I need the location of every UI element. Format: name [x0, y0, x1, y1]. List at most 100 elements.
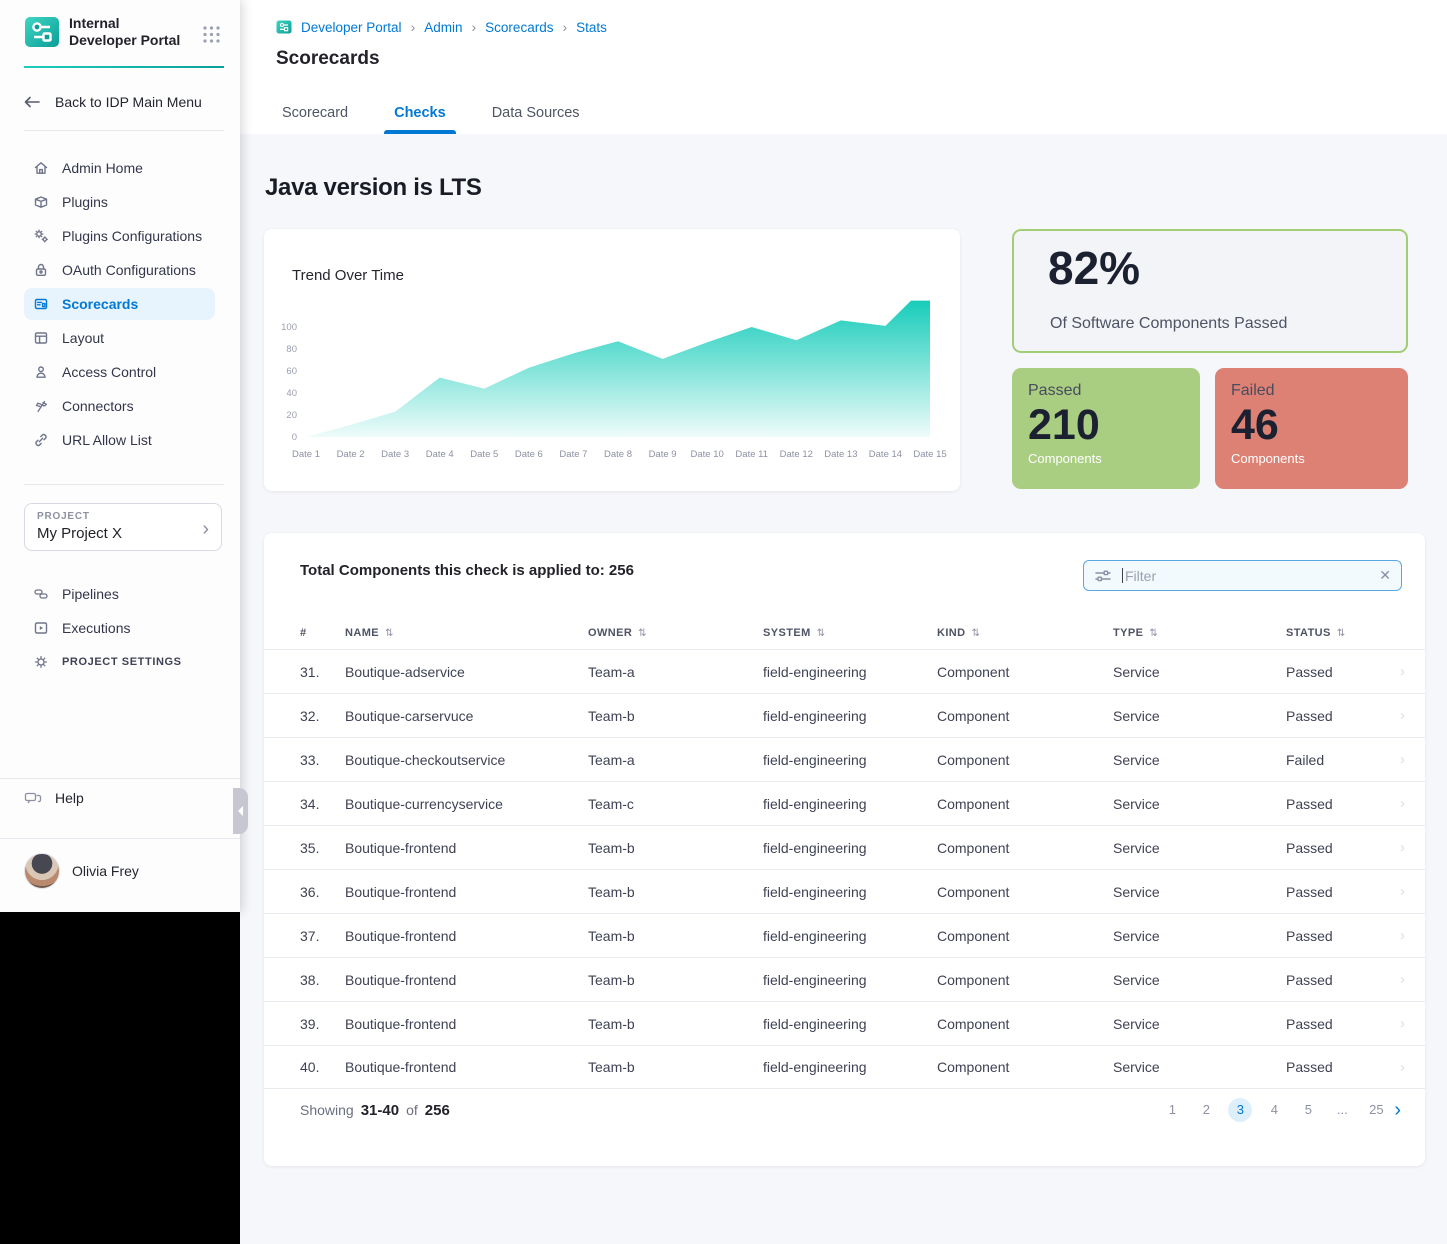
- user-name: Olivia Frey: [72, 863, 139, 879]
- breadcrumb-item[interactable]: Admin: [424, 20, 462, 35]
- row-chevron-icon: ›: [1400, 1059, 1405, 1076]
- showing-label: Showing: [300, 1102, 354, 1118]
- sidebar-item-connectors[interactable]: Connectors: [24, 390, 215, 422]
- breadcrumb-item[interactable]: Scorecards: [485, 20, 553, 35]
- cell-name: Boutique-frontend: [345, 1016, 588, 1032]
- avatar: [24, 853, 60, 889]
- project-selector[interactable]: PROJECT My Project X ›: [24, 503, 222, 551]
- sidebar-item-oauth-configurations[interactable]: OAuth Configurations: [24, 254, 215, 286]
- scorecard-icon: [33, 296, 49, 312]
- next-page-button[interactable]: ›: [1394, 1099, 1401, 1121]
- tab-checks[interactable]: Checks: [388, 105, 452, 134]
- cell-index: 39.: [300, 1016, 345, 1032]
- page-button[interactable]: 25: [1364, 1098, 1388, 1122]
- breadcrumb-separator-icon: ›: [472, 19, 477, 35]
- page-button[interactable]: 4: [1262, 1098, 1286, 1122]
- page-button[interactable]: 3: [1228, 1098, 1252, 1122]
- sidebar-item-scorecards[interactable]: Scorecards: [24, 288, 215, 320]
- cell-kind: Component: [937, 972, 1113, 988]
- sidebar-item-plugins[interactable]: Plugins: [24, 186, 215, 218]
- svg-text:Date 8: Date 8: [604, 449, 632, 460]
- sidebar-item-label: Scorecards: [62, 296, 138, 312]
- failed-value: 46: [1231, 402, 1392, 449]
- breadcrumb-separator-icon: ›: [411, 19, 416, 35]
- table-row[interactable]: 31. Boutique-adservice Team-a field-engi…: [264, 649, 1425, 693]
- cell-index: 34.: [300, 796, 345, 812]
- close-icon[interactable]: ✕: [1379, 567, 1391, 584]
- table-row[interactable]: 39. Boutique-frontend Team-b field-engin…: [264, 1001, 1425, 1045]
- help-button[interactable]: Help: [24, 790, 84, 806]
- cell-kind: Component: [937, 840, 1113, 856]
- cell-status: Passed: [1286, 708, 1384, 724]
- percent-value: 82%: [1048, 241, 1140, 295]
- svg-text:Date 5: Date 5: [470, 449, 498, 460]
- column-header[interactable]: KIND⇅: [937, 627, 1113, 639]
- row-chevron-icon: ›: [1400, 1015, 1405, 1032]
- cell-index: 36.: [300, 884, 345, 900]
- sort-arrows-icon: ⇅: [817, 628, 826, 639]
- project-nav: Pipelines Executions PROJECT SETTINGS: [0, 576, 240, 680]
- breadcrumb-item[interactable]: Stats: [576, 20, 607, 35]
- svg-text:Date 4: Date 4: [426, 449, 454, 460]
- row-chevron-icon: ›: [1400, 883, 1405, 900]
- breadcrumb-item[interactable]: Developer Portal: [301, 20, 402, 35]
- sidebar-item-executions[interactable]: Executions: [24, 612, 215, 644]
- column-header[interactable]: SYSTEM⇅: [763, 627, 937, 639]
- help-label: Help: [55, 790, 84, 806]
- table-row[interactable]: 38. Boutique-frontend Team-b field-engin…: [264, 957, 1425, 1001]
- cell-owner: Team-b: [588, 1059, 763, 1075]
- column-header[interactable]: NAME⇅: [345, 627, 588, 639]
- pipelines-icon: [33, 586, 49, 602]
- page-button[interactable]: 2: [1194, 1098, 1218, 1122]
- cell-system: field-engineering: [763, 1059, 937, 1075]
- sidebar-item-label: Layout: [62, 330, 104, 346]
- signpost-icon: [33, 398, 49, 414]
- column-header[interactable]: STATUS⇅: [1286, 627, 1384, 639]
- table-body: 31. Boutique-adservice Team-a field-engi…: [264, 649, 1425, 1089]
- sort-arrows-icon: ⇅: [385, 628, 394, 639]
- table-row[interactable]: 37. Boutique-frontend Team-b field-engin…: [264, 913, 1425, 957]
- table-row[interactable]: 36. Boutique-frontend Team-b field-engin…: [264, 869, 1425, 913]
- cell-system: field-engineering: [763, 708, 937, 724]
- sidebar-item-label: Plugins: [62, 194, 108, 210]
- tab-data-sources[interactable]: Data Sources: [486, 105, 586, 134]
- user-menu[interactable]: Olivia Frey: [24, 853, 139, 889]
- table-row[interactable]: 35. Boutique-frontend Team-b field-engin…: [264, 825, 1425, 869]
- trend-card: Trend Over Time 020406080100Date 1Date 2…: [264, 229, 960, 491]
- tab-scorecard[interactable]: Scorecard: [276, 105, 354, 134]
- sidebar-item-plugins-configurations[interactable]: Plugins Configurations: [24, 220, 215, 252]
- page-button[interactable]: 1: [1160, 1098, 1184, 1122]
- table-row[interactable]: 32. Boutique-carservuce Team-b field-eng…: [264, 693, 1425, 737]
- project-name: My Project X: [37, 525, 209, 542]
- back-to-idp-link[interactable]: Back to IDP Main Menu: [24, 94, 202, 110]
- app-switcher-grid-icon[interactable]: [202, 25, 221, 44]
- sidebar-item-project-settings[interactable]: PROJECT SETTINGS: [24, 646, 215, 678]
- table-row[interactable]: 33. Boutique-checkoutservice Team-a fiel…: [264, 737, 1425, 781]
- table-title: Total Components this check is applied t…: [300, 562, 634, 579]
- admin-nav: Admin Home Plugins Plugins Configuration…: [0, 150, 240, 458]
- percent-card: 82% Of Software Components Passed: [1012, 229, 1408, 353]
- sidebar-item-access-control[interactable]: Access Control: [24, 356, 215, 388]
- column-header[interactable]: OWNER⇅: [588, 627, 763, 639]
- sidebar-collapse-handle[interactable]: [233, 788, 248, 834]
- column-header[interactable]: TYPE⇅: [1113, 627, 1286, 639]
- svg-text:Date 1: Date 1: [292, 449, 320, 460]
- cell-status: Passed: [1286, 664, 1384, 680]
- cell-index: 37.: [300, 928, 345, 944]
- sidebar-item-admin-home[interactable]: Admin Home: [24, 152, 215, 184]
- cell-system: field-engineering: [763, 664, 937, 680]
- filter-placeholder: Filter: [1125, 568, 1156, 584]
- sidebar-item-layout[interactable]: Layout: [24, 322, 215, 354]
- table-row[interactable]: 40. Boutique-frontend Team-b field-engin…: [264, 1045, 1425, 1089]
- sidebar-item-label: Admin Home: [62, 160, 143, 176]
- sidebar-item-url-allow-list[interactable]: URL Allow List: [24, 424, 215, 456]
- table-row[interactable]: 34. Boutique-currencyservice Team-c fiel…: [264, 781, 1425, 825]
- sort-arrows-icon: ⇅: [972, 628, 981, 639]
- cell-owner: Team-c: [588, 796, 763, 812]
- svg-text:Date 10: Date 10: [691, 449, 724, 460]
- cell-system: field-engineering: [763, 796, 937, 812]
- divider: [0, 838, 240, 839]
- sidebar-item-pipelines[interactable]: Pipelines: [24, 578, 215, 610]
- filter-input[interactable]: Filter ✕: [1083, 560, 1402, 591]
- page-button[interactable]: 5: [1296, 1098, 1320, 1122]
